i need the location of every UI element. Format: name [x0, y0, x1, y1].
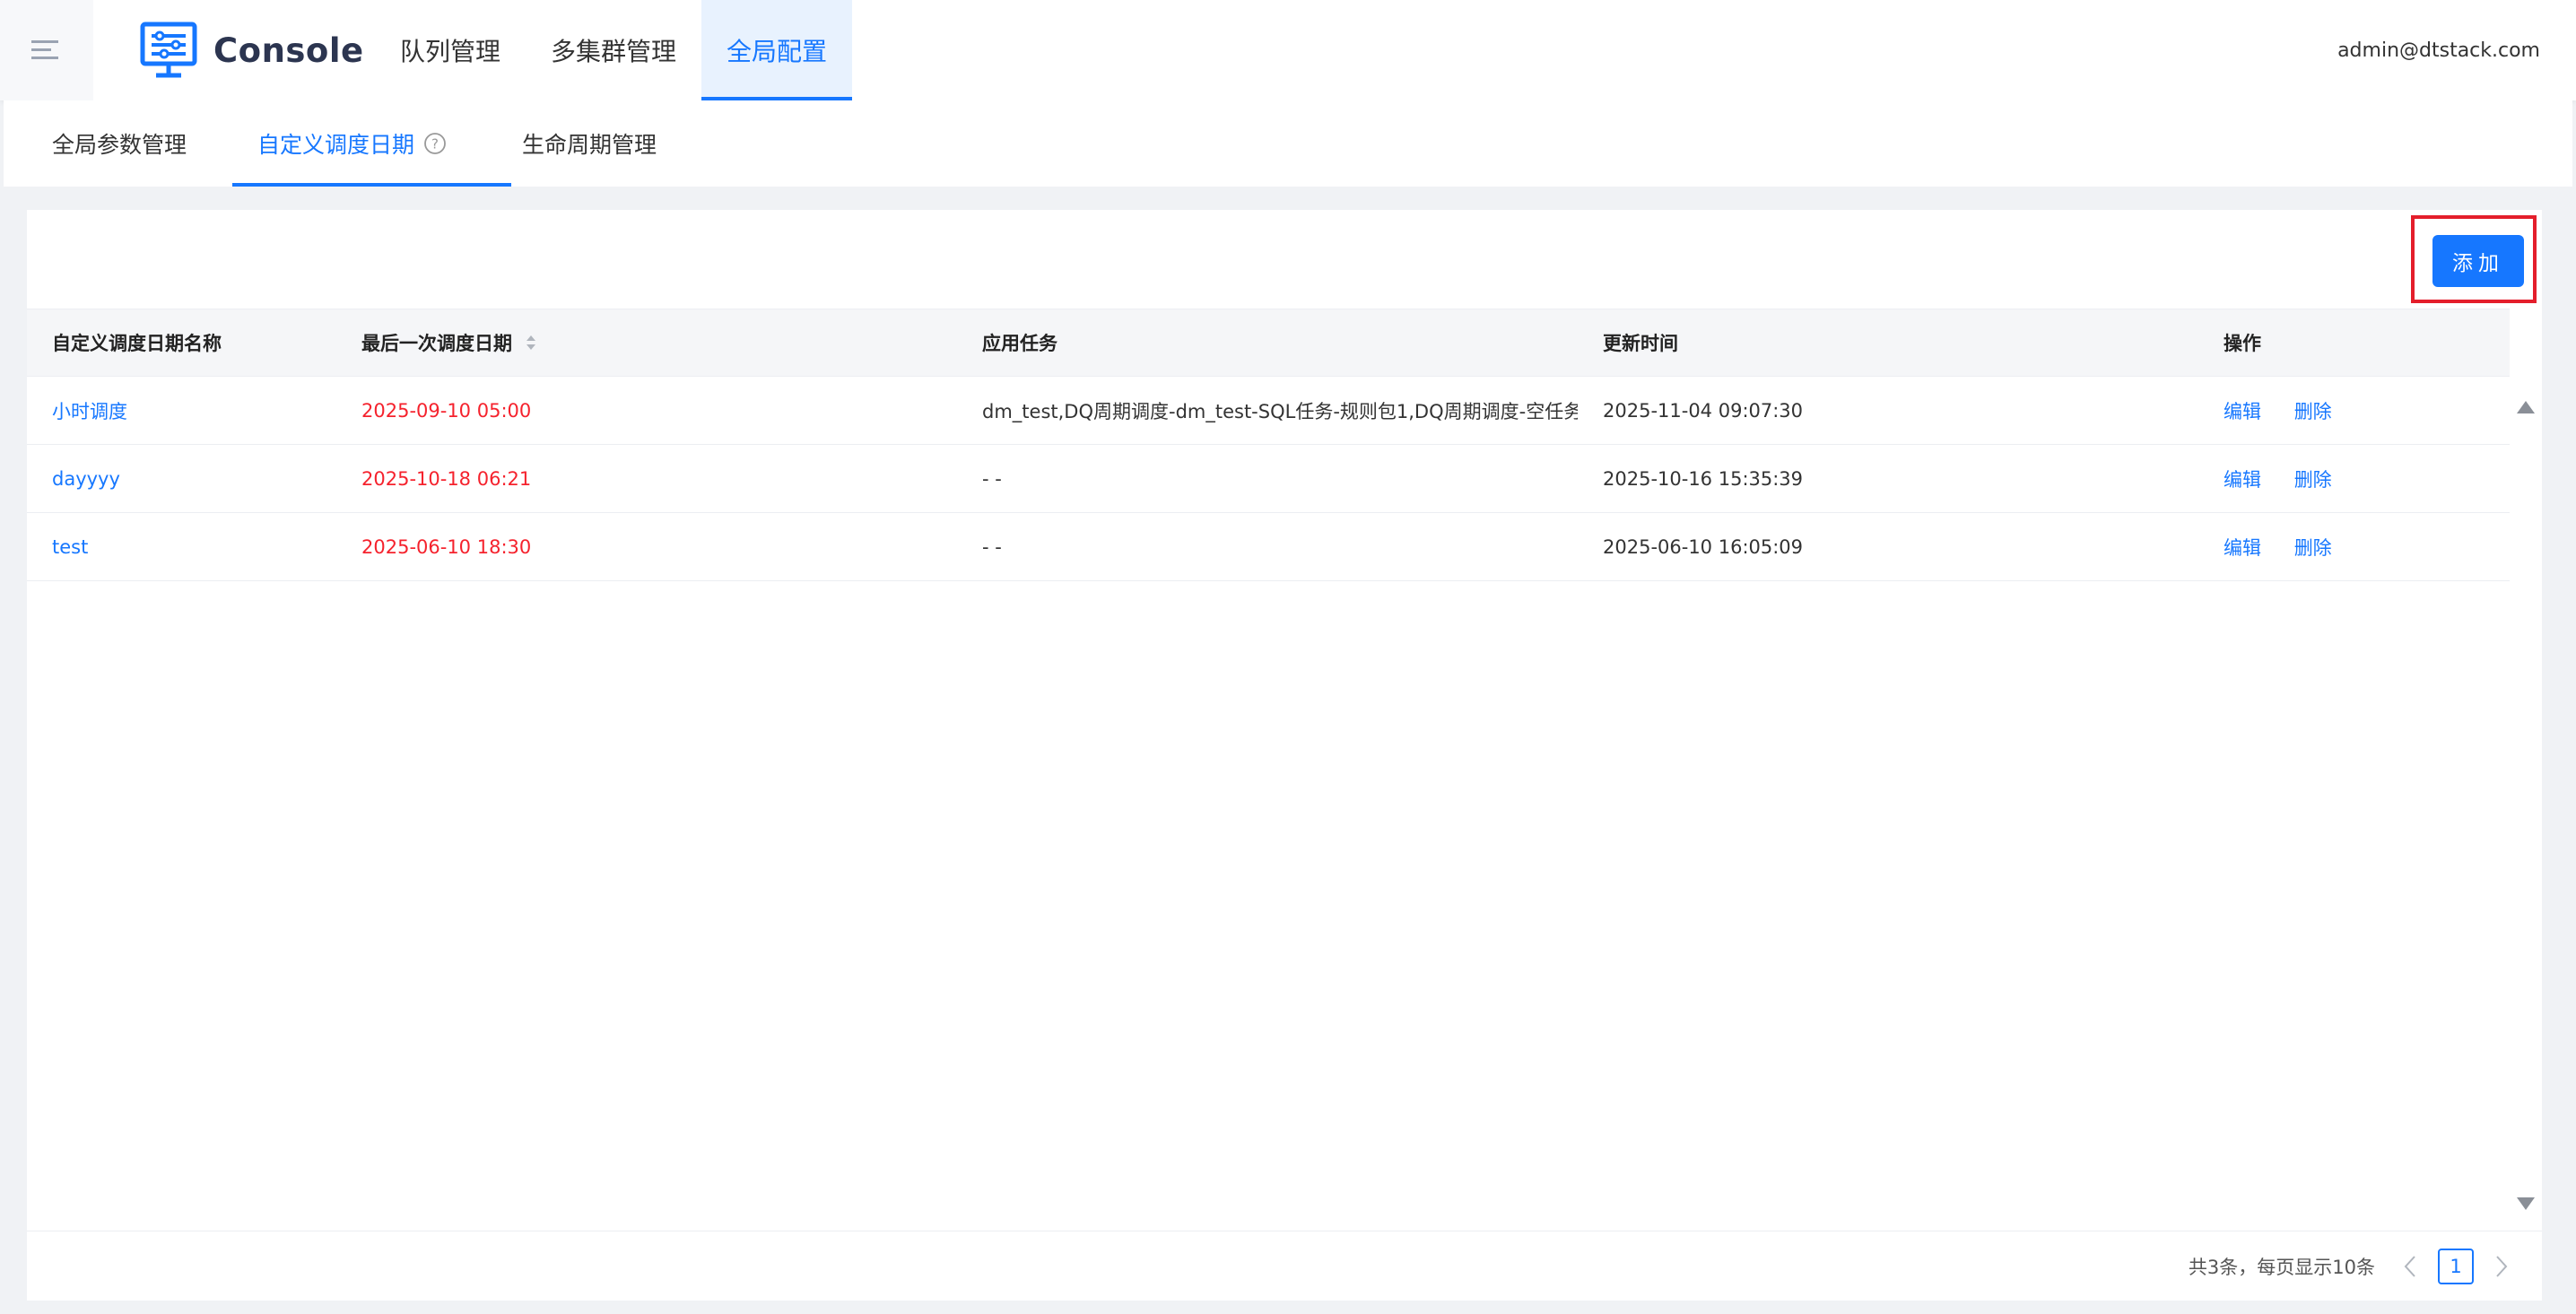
- updated-time: 2025-10-16 15:35:39: [1603, 467, 1804, 490]
- tab-label: 生命周期管理: [522, 132, 657, 158]
- delete-link[interactable]: 删除: [2294, 469, 2332, 491]
- column-header-label: 最后一次调度日期: [361, 333, 512, 354]
- subtab-bar: 全局参数管理 自定义调度日期 ? 生命周期管理: [4, 100, 2572, 187]
- chevron-right-icon: [2496, 1256, 2508, 1277]
- nav-multi-cluster-management[interactable]: 多集群管理: [526, 0, 701, 100]
- last-schedule-date: 2025-10-18 06:21: [361, 467, 532, 490]
- edit-link[interactable]: 编辑: [2224, 401, 2261, 422]
- column-header-last-date[interactable]: 最后一次调度日期: [336, 329, 957, 356]
- help-icon[interactable]: ?: [423, 132, 447, 155]
- pagination-total: 共3条，每页显示10条: [2188, 1257, 2375, 1278]
- applied-tasks: dm_test,DQ周期调度-dm_test-SQL任务-规则包1,DQ周期调度…: [982, 400, 1578, 422]
- sort-icon[interactable]: [525, 333, 537, 352]
- column-header-name: 自定义调度日期名称: [52, 333, 222, 354]
- menu-icon: [31, 40, 58, 59]
- svg-text:?: ?: [431, 136, 439, 152]
- applied-tasks: - -: [982, 535, 1002, 558]
- updated-time: 2025-11-04 09:07:30: [1603, 399, 1804, 422]
- tab-label: 全局参数管理: [52, 132, 187, 158]
- table-footer: 共3条，每页显示10条 1: [27, 1231, 2542, 1301]
- schedule-date-table: 自定义调度日期名称 最后一次调度日期 应用任务 更新时间 操作 小时调度 202…: [27, 309, 2510, 581]
- column-header-updated: 更新时间: [1603, 333, 1678, 354]
- chevron-left-icon: [2404, 1256, 2415, 1277]
- menu-toggle-button[interactable]: [0, 0, 93, 100]
- delete-link[interactable]: 删除: [2294, 537, 2332, 559]
- applied-tasks: - -: [982, 467, 1002, 490]
- add-button[interactable]: 添加: [2432, 235, 2524, 287]
- toolbar: 添加: [27, 210, 2542, 309]
- last-schedule-date: 2025-09-10 05:00: [361, 399, 532, 422]
- column-header-actions: 操作: [2224, 333, 2261, 354]
- console-logo-icon: [140, 22, 197, 78]
- table-row: dayyyy 2025-10-18 06:21 - - 2025-10-16 1…: [27, 445, 2510, 513]
- table-row: test 2025-06-10 18:30 - - 2025-06-10 16:…: [27, 513, 2510, 581]
- app-logo[interactable]: Console: [140, 22, 364, 79]
- next-page-button[interactable]: [2488, 1253, 2515, 1280]
- schedule-name-link[interactable]: dayyyy: [52, 468, 120, 490]
- nav-global-config[interactable]: 全局配置: [701, 0, 853, 100]
- tab-custom-schedule-date[interactable]: 自定义调度日期 ?: [231, 100, 512, 187]
- top-header: Console 队列管理 多集群管理 全局配置 admin@dtstack.co…: [0, 0, 2576, 100]
- scroll-down-arrow-icon[interactable]: [2515, 1195, 2537, 1213]
- edit-link[interactable]: 编辑: [2224, 537, 2261, 559]
- edit-link[interactable]: 编辑: [2224, 469, 2261, 491]
- schedule-name-link[interactable]: 小时调度: [52, 401, 127, 422]
- updated-time: 2025-06-10 16:05:09: [1603, 535, 1804, 558]
- user-account[interactable]: admin@dtstack.com: [2337, 0, 2540, 100]
- scroll-up-arrow-icon[interactable]: [2515, 398, 2537, 416]
- page-number-button[interactable]: 1: [2438, 1249, 2474, 1284]
- pagination: 共3条，每页显示10条 1: [2189, 1231, 2515, 1301]
- table-scrollbar[interactable]: [2510, 386, 2542, 1220]
- tab-lifecycle-management[interactable]: 生命周期管理: [522, 100, 657, 187]
- top-nav: 队列管理 多集群管理 全局配置: [375, 0, 853, 100]
- prev-page-button[interactable]: [2397, 1253, 2424, 1280]
- delete-link[interactable]: 删除: [2294, 401, 2332, 422]
- nav-queue-management[interactable]: 队列管理: [375, 0, 526, 100]
- table-row: 小时调度 2025-09-10 05:00 dm_test,DQ周期调度-dm_…: [27, 377, 2510, 445]
- tab-label: 自定义调度日期: [257, 132, 415, 158]
- table-header: 自定义调度日期名称 最后一次调度日期 应用任务 更新时间 操作: [27, 309, 2510, 377]
- tab-global-params[interactable]: 全局参数管理: [52, 100, 187, 187]
- app-name: Console: [213, 30, 364, 70]
- column-header-tasks: 应用任务: [982, 333, 1057, 354]
- content-card: 添加 自定义调度日期名称 最后一次调度日期 应用任务 更新时间 操作 小时调度 …: [27, 210, 2542, 1301]
- last-schedule-date: 2025-06-10 18:30: [361, 535, 532, 558]
- schedule-name-link[interactable]: test: [52, 536, 88, 558]
